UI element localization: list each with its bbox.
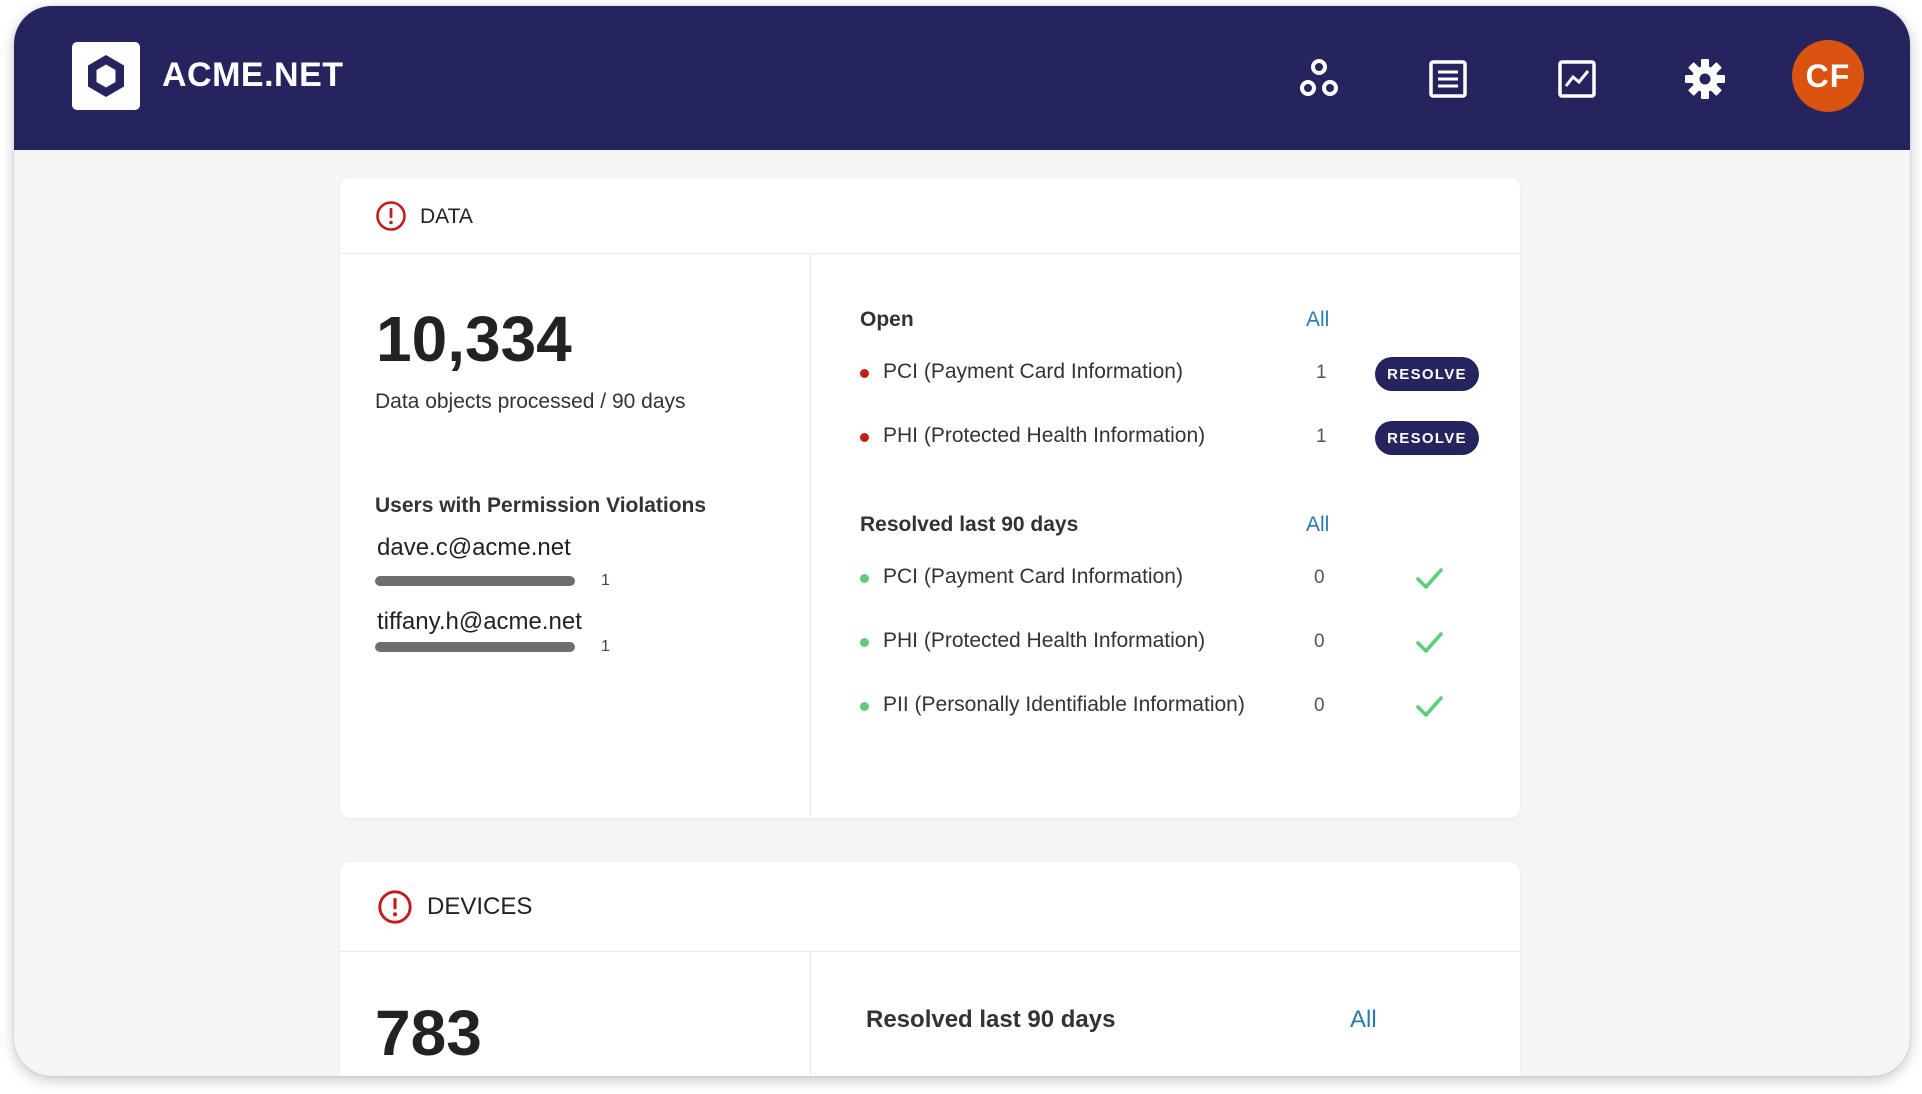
open-item-label: PHI (Protected Health Information)	[883, 424, 1206, 447]
top-navigation-bar: ACME.NET CF	[14, 6, 1910, 150]
resolved-all-link[interactable]: All	[1306, 513, 1329, 537]
nav-list-button[interactable]	[1425, 56, 1471, 102]
list-item: PCI (Payment Card Information) 1 RESOLVE	[340, 354, 1520, 394]
devices-card-header: DEVICES	[340, 862, 1520, 952]
checkmark-icon	[1416, 568, 1443, 589]
open-section-title: Open	[860, 308, 914, 331]
checkmark-icon	[1416, 632, 1443, 653]
resolved-status-dot	[860, 574, 869, 583]
nav-settings-button[interactable]	[1682, 56, 1728, 102]
card-divider	[810, 952, 811, 1076]
alert-icon	[378, 890, 412, 924]
resolve-button[interactable]: RESOLVE	[1375, 421, 1479, 455]
resolved-status-dot	[860, 638, 869, 647]
chart-icon	[1558, 60, 1596, 98]
network-icon	[1300, 59, 1338, 96]
brand-name: ACME.NET	[162, 56, 344, 94]
users-violations-title: Users with Permission Violations	[375, 494, 707, 517]
devices-card-title: DEVICES	[427, 893, 533, 920]
user-email-dave[interactable]: dave.c@acme.net	[377, 534, 571, 562]
resolve-button[interactable]: RESOLVE	[1375, 357, 1479, 391]
devices-resolved-title: Resolved last 90 days	[866, 1006, 1116, 1033]
resolved-item-label: PII (Personally Identifiable Information…	[883, 693, 1245, 716]
resolved-item-count: 0	[1314, 695, 1325, 716]
open-all-link[interactable]: All	[1306, 308, 1329, 332]
nav-network-button[interactable]	[1296, 56, 1342, 102]
open-status-dot	[860, 369, 869, 378]
open-item-count: 1	[1316, 362, 1327, 383]
alert-icon	[376, 201, 406, 231]
resolved-section-title: Resolved last 90 days	[860, 513, 1079, 536]
card-divider	[810, 254, 811, 818]
checkmark-icon	[1416, 696, 1443, 717]
resolved-item-label: PHI (Protected Health Information)	[883, 629, 1206, 652]
open-item-count: 1	[1316, 426, 1327, 447]
data-card-header: DATA	[340, 178, 1520, 254]
devices-count: 783	[375, 997, 482, 1069]
list-item: PII (Personally Identifiable Information…	[340, 687, 1520, 727]
nav-chart-button[interactable]	[1554, 56, 1600, 102]
hexagon-logo-icon	[88, 55, 124, 97]
devices-card: DEVICES 783 Resolved last 90 days All	[340, 862, 1520, 1076]
gear-icon	[1685, 59, 1725, 99]
open-item-label: PCI (Payment Card Information)	[883, 360, 1183, 383]
logo[interactable]	[72, 42, 140, 110]
data-card-title: DATA	[420, 205, 473, 228]
resolved-item-count: 0	[1314, 567, 1325, 588]
resolved-status-dot	[860, 702, 869, 711]
user-avatar[interactable]: CF	[1792, 40, 1864, 112]
list-item: PHI (Protected Health Information) 1 RES…	[340, 418, 1520, 458]
open-status-dot	[860, 433, 869, 442]
app-window: ACME.NET CF DATA 10,334 Data objects pro…	[14, 6, 1910, 1076]
devices-all-link[interactable]: All	[1350, 1006, 1377, 1034]
data-card: DATA 10,334 Data objects processed / 90 …	[340, 178, 1520, 818]
list-item: PCI (Payment Card Information) 0	[340, 559, 1520, 599]
resolved-item-label: PCI (Payment Card Information)	[883, 565, 1183, 588]
list-item: PHI (Protected Health Information) 0	[340, 623, 1520, 663]
list-icon	[1429, 60, 1467, 98]
resolved-item-count: 0	[1314, 631, 1325, 652]
